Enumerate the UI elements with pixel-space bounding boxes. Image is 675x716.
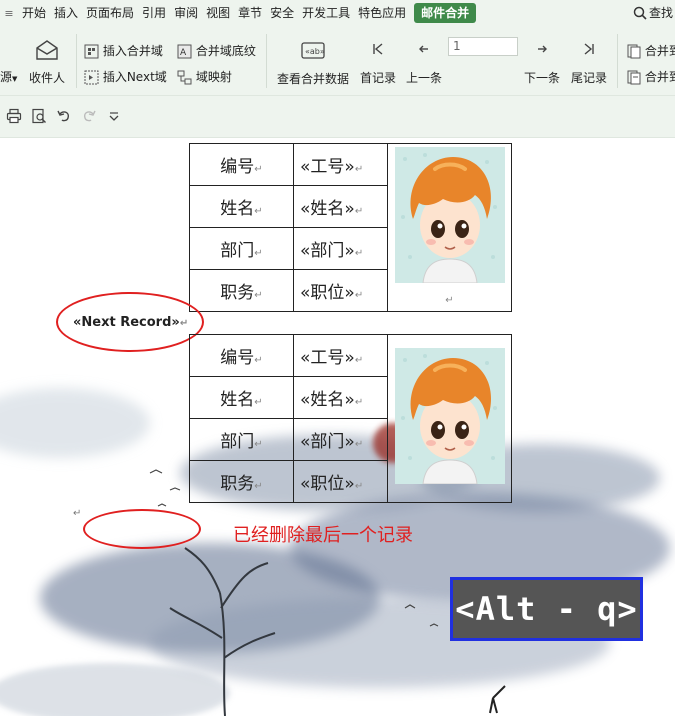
- toolbar-divider: [617, 34, 618, 88]
- previous-record-label: 上一条: [405, 71, 442, 85]
- merge-field-name[interactable]: «姓名»↵: [293, 185, 388, 228]
- tab-review[interactable]: 审阅: [170, 0, 202, 26]
- recipients-button[interactable]: 收件人: [27, 38, 67, 86]
- highlight-circle-deleted-record: [83, 509, 201, 549]
- merge-field-shading-button[interactable]: A 合并域底纹: [177, 42, 256, 59]
- insert-merge-field-button[interactable]: 插入合并域: [84, 42, 163, 59]
- insert-merge-field-label: 插入合并域: [102, 44, 163, 58]
- tab-page-layout[interactable]: 页面布局: [82, 0, 138, 26]
- mail-merge-toolbar: 源▼ 收件人 插入合并域 插入Next域 A 合并域底纹 域映射 «ab» 查看…: [0, 26, 675, 96]
- print-preview-icon[interactable]: [31, 108, 47, 124]
- view-merged-data-label: 查看合并数据: [276, 72, 349, 86]
- tab-section[interactable]: 章节: [234, 0, 266, 26]
- menu-grip-icon[interactable]: ≡: [0, 7, 18, 20]
- svg-text:«ab»: «ab»: [305, 47, 325, 56]
- photo-cell: ↵: [387, 143, 512, 312]
- photo-cell: [387, 334, 512, 503]
- toolbar-divider: [266, 34, 267, 88]
- previous-record-button[interactable]: 上一条: [405, 42, 443, 86]
- field-label-department: 部门↵: [189, 227, 294, 270]
- field-mapping-label: 域映射: [195, 70, 232, 84]
- document-canvas[interactable]: 编号↵ «工号»↵ ↵ 姓名↵ «姓名»↵ 部门↵ «部门»↵ 职务↵ «职位»…: [0, 138, 675, 716]
- tab-mail-merge[interactable]: 邮件合并: [414, 3, 477, 23]
- merge-print-icon: [627, 70, 641, 85]
- merge-field-employee-id[interactable]: «工号»↵: [293, 334, 388, 377]
- tab-view[interactable]: 视图: [202, 0, 234, 26]
- open-data-source-button[interactable]: 源▼: [0, 68, 17, 85]
- svg-text:A: A: [180, 48, 187, 58]
- first-record-button[interactable]: 首记录: [359, 42, 397, 86]
- merge-field-department[interactable]: «部门»↵: [293, 418, 388, 461]
- toolbar-divider: [76, 34, 77, 88]
- record-table-2: 编号↵ «工号»↵ 姓名↵ «姓名»↵ 部门↵ «部门»↵ 职务↵ «职位»↵: [189, 334, 512, 503]
- chevron-down-icon: ▼: [12, 75, 18, 83]
- insert-next-field-label: 插入Next域: [102, 70, 167, 84]
- customize-quick-access-icon[interactable]: [108, 108, 120, 124]
- last-record-button[interactable]: 尾记录: [570, 42, 608, 86]
- annotation-text: 已经删除最后一个记录: [233, 525, 413, 546]
- menu-bar: ≡ 开始 插入 页面布局 引用 审阅 视图 章节 安全 开发工具 特色应用 邮件…: [0, 0, 675, 26]
- insert-next-field-button[interactable]: 插入Next域: [84, 68, 167, 85]
- field-label-position: 职务↵: [189, 269, 294, 312]
- highlight-circle-next-record: [56, 292, 204, 352]
- merge-to-printer-button[interactable]: 合并到: [626, 68, 675, 85]
- arrow-left-icon: [419, 45, 428, 53]
- last-record-label: 尾记录: [570, 71, 607, 85]
- field-label-position: 职务↵: [189, 460, 294, 503]
- last-record-icon: [584, 43, 594, 55]
- field-shading-icon: A: [177, 44, 192, 59]
- view-merged-data-button[interactable]: «ab» 查看合并数据: [276, 40, 350, 87]
- field-label-department: 部门↵: [189, 418, 294, 461]
- undo-icon[interactable]: [56, 108, 72, 124]
- tab-references[interactable]: 引用: [138, 0, 170, 26]
- merge-to-new-document-button[interactable]: 合并到: [626, 42, 675, 59]
- hotkey-overlay: <Alt - q>: [450, 577, 643, 641]
- insert-merge-field-icon: [84, 44, 99, 59]
- quick-access-toolbar: [0, 96, 675, 138]
- tab-developer[interactable]: 开发工具: [298, 0, 354, 26]
- field-mapping-button[interactable]: 域映射: [177, 68, 232, 85]
- merge-field-position[interactable]: «职位»↵: [293, 460, 388, 503]
- redo-icon[interactable]: [81, 108, 97, 124]
- tab-insert[interactable]: 插入: [50, 0, 82, 26]
- print-icon[interactable]: [6, 108, 22, 124]
- field-mapping-icon: [177, 70, 192, 85]
- merge-field-employee-id[interactable]: «工号»↵: [293, 143, 388, 186]
- field-label-name: 姓名↵: [189, 185, 294, 228]
- arrow-right-icon: [538, 45, 547, 53]
- insert-next-field-icon: [84, 70, 99, 85]
- recipients-label: 收件人: [28, 71, 65, 85]
- merge-field-name[interactable]: «姓名»↵: [293, 376, 388, 419]
- next-record-button[interactable]: 下一条: [523, 42, 561, 86]
- search-button[interactable]: 查找: [633, 0, 675, 26]
- search-icon: [633, 6, 647, 20]
- record-table-1: 编号↵ «工号»↵ ↵ 姓名↵ «姓名»↵ 部门↵ «部门»↵ 职务↵ «职位»…: [189, 143, 512, 312]
- merge-field-department[interactable]: «部门»↵: [293, 227, 388, 270]
- record-number-input[interactable]: 1: [448, 37, 518, 56]
- field-label-name: 姓名↵: [189, 376, 294, 419]
- envelope-icon: [36, 40, 58, 60]
- avatar[interactable]: [394, 147, 505, 284]
- tab-special-apps[interactable]: 特色应用: [354, 0, 410, 26]
- first-record-icon: [373, 43, 383, 55]
- next-record-label: 下一条: [523, 71, 560, 85]
- first-record-label: 首记录: [359, 71, 396, 85]
- merge-to-new-document-label: 合并到: [644, 44, 675, 58]
- data-source-label: 源: [0, 70, 13, 84]
- merge-field-shading-label: 合并域底纹: [195, 44, 256, 58]
- paragraph-mark: ↵: [73, 508, 82, 519]
- merge-to-printer-label: 合并到: [644, 70, 675, 84]
- merge-new-doc-icon: [627, 44, 641, 59]
- avatar[interactable]: [394, 348, 505, 485]
- view-merged-data-icon: «ab»: [301, 42, 325, 59]
- field-label-id: 编号↵: [189, 334, 294, 377]
- field-label-id: 编号↵: [189, 143, 294, 186]
- tab-security[interactable]: 安全: [266, 0, 298, 26]
- tab-home[interactable]: 开始: [18, 0, 50, 26]
- merge-field-position[interactable]: «职位»↵: [293, 269, 388, 312]
- search-label: 查找: [648, 6, 673, 20]
